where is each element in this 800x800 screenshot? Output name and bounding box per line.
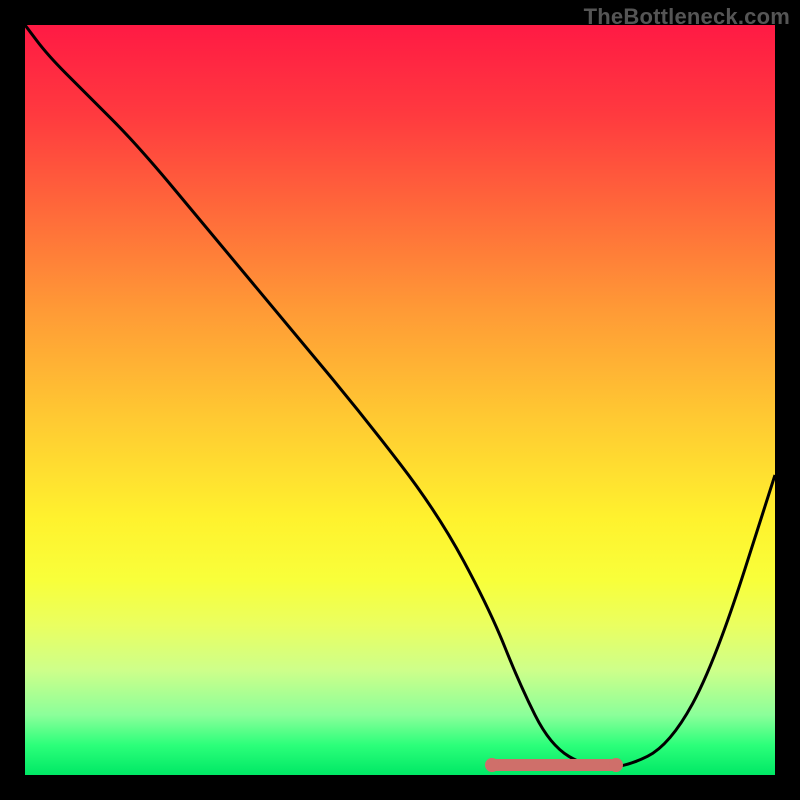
stage: TheBottleneck.com — [0, 0, 800, 800]
bottleneck-plot — [25, 25, 775, 775]
optimal-range-marker — [490, 759, 618, 771]
heat-gradient — [25, 25, 775, 775]
watermark-text: TheBottleneck.com — [584, 4, 790, 30]
